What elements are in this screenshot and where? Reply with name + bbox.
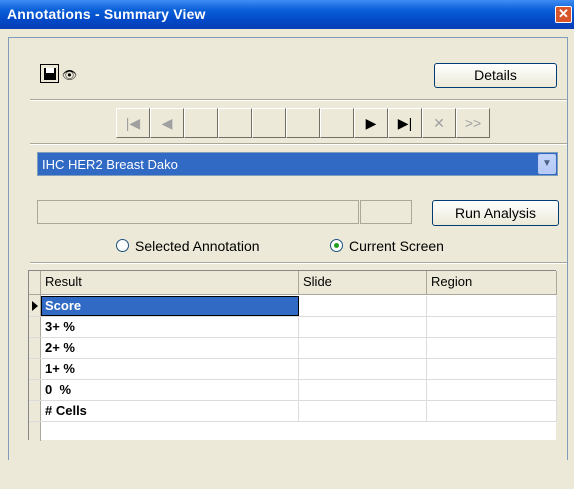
cell-region[interactable] (427, 380, 557, 400)
cell-slide[interactable] (299, 317, 427, 337)
chevron-down-icon[interactable]: ▼ (538, 154, 556, 174)
cell-result[interactable]: 3+ % (41, 317, 299, 337)
column-header-result[interactable]: Result (41, 271, 299, 294)
cell-slide[interactable] (299, 359, 427, 379)
title-bar[interactable]: Annotations - Summary View ✕ (0, 0, 574, 29)
next-button[interactable]: ▶ (354, 108, 388, 138)
skip-button[interactable]: >> (456, 108, 490, 138)
column-header-slide[interactable]: Slide (299, 271, 427, 294)
table-row[interactable]: 3+ % (29, 317, 557, 338)
run-analysis-button[interactable]: Run Analysis (432, 200, 559, 226)
cell-slide[interactable] (299, 380, 427, 400)
divider (30, 143, 567, 145)
radio-label: Current Screen (349, 238, 444, 254)
table-row[interactable]: 0 % (29, 380, 557, 401)
radio-label: Selected Annotation (135, 238, 260, 254)
cell-result[interactable]: 2+ % (41, 338, 299, 358)
view-button[interactable]: 👁 (60, 64, 79, 83)
row-header-corner (29, 271, 41, 294)
nav-blank-button[interactable] (184, 108, 218, 138)
cell-result[interactable]: # Cells (41, 401, 299, 421)
eye-icon: 👁 (62, 68, 78, 82)
cell-region[interactable] (427, 359, 557, 379)
nav-blank-button[interactable] (252, 108, 286, 138)
cell-region[interactable] (427, 338, 557, 358)
status-strip (8, 460, 568, 484)
radio-indicator[interactable] (116, 239, 129, 252)
progress-bar (37, 200, 359, 224)
last-button[interactable]: ▶| (388, 108, 422, 138)
divider (30, 99, 567, 101)
cell-result[interactable]: Score (41, 296, 299, 316)
current-row-icon (32, 301, 38, 311)
algorithm-selected-value: IHC HER2 Breast Dako (42, 157, 178, 172)
grid-header: Result Slide Region (29, 271, 557, 295)
table-row[interactable]: 2+ % (29, 338, 557, 359)
radio-indicator[interactable] (330, 239, 343, 252)
table-row[interactable]: 1+ % (29, 359, 557, 380)
cell-result[interactable]: 1+ % (41, 359, 299, 379)
save-button[interactable] (40, 64, 59, 83)
previous-button[interactable]: ◀ (150, 108, 184, 138)
table-row[interactable]: # Cells (29, 401, 557, 422)
cell-slide[interactable] (299, 338, 427, 358)
cell-region[interactable] (427, 401, 557, 421)
results-grid: Result Slide Region Score 3+ % 2+ % 1+ % (28, 270, 557, 441)
details-button[interactable]: Details (434, 63, 557, 88)
cell-result[interactable]: 0 % (41, 380, 299, 400)
column-header-region[interactable]: Region (427, 271, 557, 294)
delete-button[interactable]: ✕ (422, 108, 456, 138)
progress-status-box (360, 200, 412, 224)
close-button[interactable]: ✕ (555, 6, 572, 23)
nav-blank-button[interactable] (320, 108, 354, 138)
divider (30, 262, 567, 264)
nav-blank-button[interactable] (286, 108, 320, 138)
cell-slide[interactable] (299, 296, 427, 316)
table-row[interactable]: Score (29, 296, 557, 317)
annotations-window: Annotations - Summary View ✕ 👁 Details |… (0, 0, 574, 489)
nav-blank-button[interactable] (218, 108, 252, 138)
cell-region[interactable] (427, 296, 557, 316)
first-button[interactable]: |◀ (116, 108, 150, 138)
save-icon (44, 68, 56, 80)
cell-slide[interactable] (299, 401, 427, 421)
window-title: Annotations - Summary View (7, 6, 206, 22)
algorithm-dropdown[interactable]: IHC HER2 Breast Dako ▼ (37, 152, 558, 176)
cell-region[interactable] (427, 317, 557, 337)
